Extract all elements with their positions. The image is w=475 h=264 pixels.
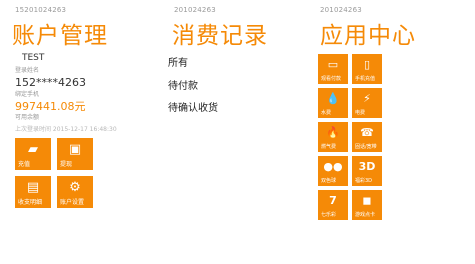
tile-water-bill[interactable]: 💧 水费 <box>318 88 348 118</box>
menu-item-pending-payment[interactable]: 待付款 <box>168 77 198 92</box>
tile-label: 电费 <box>355 110 366 116</box>
tile-label: 游戏点卡 <box>355 212 376 218</box>
card-icon: ▰ <box>28 142 38 157</box>
tile-mobile-recharge[interactable]: ▯ 手机充值 <box>352 54 382 84</box>
tile-transactions[interactable]: ▤ 收支明细 <box>15 176 51 208</box>
water-drop-icon: 💧 <box>326 92 340 105</box>
tile-label: 账户设置 <box>60 199 85 206</box>
phone-label: 绑定手机 <box>15 91 40 98</box>
tile-landline-broadband[interactable]: ☎ 固话/宽带 <box>352 122 382 152</box>
tile-ticket-payment[interactable]: ▭ 观看付款 <box>318 54 348 84</box>
tile-label: 手机充值 <box>355 76 376 82</box>
flame-icon: 🔥 <box>326 126 340 139</box>
tile-seven-lottery[interactable]: 7 七乐彩 <box>318 190 348 220</box>
tile-recharge[interactable]: ▰ 充值 <box>15 138 51 170</box>
tile-label: 燃气费 <box>321 144 337 150</box>
account-number: 201024263 <box>320 6 362 14</box>
username: TEST <box>22 53 45 63</box>
tile-account-settings[interactable]: ⚙ 账户设置 <box>57 176 93 208</box>
last-login-time: 上次登录时间 2015-12-17 16:48:30 <box>15 126 117 133</box>
orders-panel: 201024263 消费记录 所有 待付款 待确认收货 <box>158 0 316 264</box>
tile-electricity-bill[interactable]: ⚡ 电费 <box>352 88 382 118</box>
account-panel: 15201024263 账户管理 TEST 登录姓名 152****4263 绑… <box>0 0 158 264</box>
page-title: 消费记录 <box>172 23 268 49</box>
telephone-icon: ☎ <box>360 126 374 139</box>
tile-label: 提现 <box>60 161 73 168</box>
gear-icon: ⚙ <box>69 180 81 195</box>
tile-withdraw[interactable]: ▣ 提现 <box>57 138 93 170</box>
page-title: 账户管理 <box>12 23 108 49</box>
tile-label: 双色球 <box>321 178 337 184</box>
lottery-balls-icon: ●● <box>323 160 343 173</box>
tile-label: 七乐彩 <box>321 212 337 218</box>
menu-item-all[interactable]: 所有 <box>168 54 188 69</box>
tile-label: 充值 <box>18 161 31 168</box>
withdraw-icon: ▣ <box>68 142 82 157</box>
tile-label: 福彩3D <box>355 178 373 184</box>
tile-game-card[interactable]: ◼ 游戏点卡 <box>352 190 382 220</box>
document-icon: ▤ <box>26 180 40 195</box>
lightning-icon: ⚡ <box>363 92 371 105</box>
account-number: 15201024263 <box>15 6 67 14</box>
3d-icon: 3D <box>358 160 376 173</box>
tile-label: 收支明细 <box>18 199 43 206</box>
username-label: 登录姓名 <box>15 67 40 74</box>
ticket-icon: ▭ <box>327 58 339 71</box>
account-number: 201024263 <box>174 6 216 14</box>
phone-icon: ▯ <box>363 58 371 71</box>
balance-label: 可用余额 <box>15 114 40 121</box>
lottery-7-icon: 7 <box>329 194 337 207</box>
tile-gas-bill[interactable]: 🔥 燃气费 <box>318 122 348 152</box>
phone-number: 152****4263 <box>15 76 86 89</box>
tile-label: 观看付款 <box>321 76 342 82</box>
tile-double-color-ball[interactable]: ●● 双色球 <box>318 156 348 186</box>
apps-panel: 201024263 应用中心 ▭ 观看付款 ▯ 手机充值 💧 水费 ⚡ 电费 🔥… <box>316 0 475 264</box>
game-card-icon: ◼ <box>362 194 372 207</box>
page-title: 应用中心 <box>320 23 416 49</box>
tile-label: 水费 <box>321 110 332 116</box>
tile-label: 固话/宽带 <box>355 144 377 150</box>
menu-item-pending-receipt[interactable]: 待确认收货 <box>168 99 218 114</box>
tile-welfare-3d[interactable]: 3D 福彩3D <box>352 156 382 186</box>
